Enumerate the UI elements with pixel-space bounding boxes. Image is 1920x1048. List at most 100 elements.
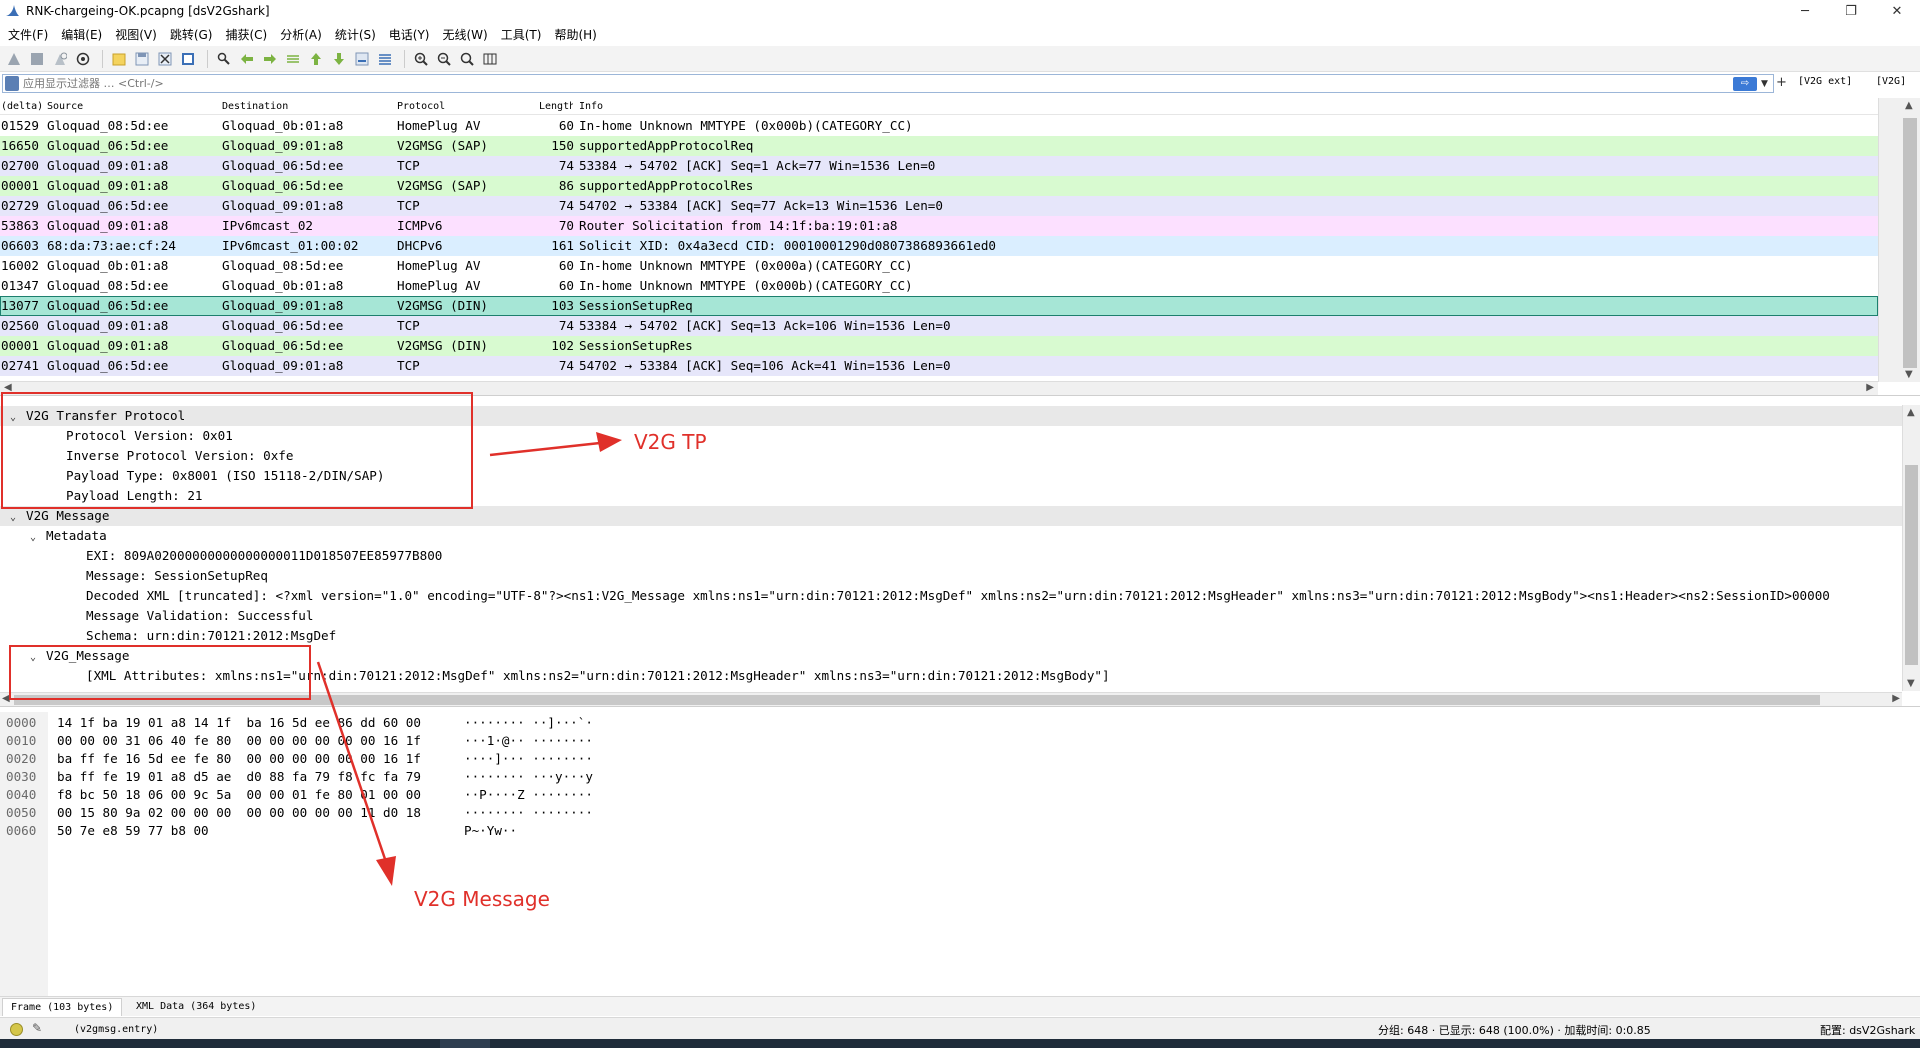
apply-filter-icon[interactable]: ⇨ <box>1733 76 1757 91</box>
menu-go[interactable]: 跳转(G) <box>166 26 222 43</box>
scroll-down-icon[interactable]: ▼ <box>1905 369 1913 380</box>
column-header-destination[interactable]: Destination <box>222 101 288 112</box>
packet-row[interactable]: 00001 Gloquad_09:01:a8 Gloquad_06:5d:ee V2G… <box>0 176 1878 196</box>
scroll-right-icon[interactable]: ▶ <box>1892 693 1900 704</box>
edit-comment-icon[interactable]: ✎ <box>32 1021 42 1035</box>
detail-tree-item[interactable]: Schema: urn:din:70121:2012:MsgDef <box>0 626 336 646</box>
menu-capture[interactable]: 捕获(C) <box>221 26 276 43</box>
packet-row[interactable]: 13077 Gloquad_06:5d:ee Gloquad_09:01:a8 V2G… <box>0 296 1878 316</box>
packet-row[interactable]: 16650 Gloquad_06:5d:ee Gloquad_09:01:a8 V2G… <box>0 136 1878 156</box>
colorize-icon[interactable] <box>375 49 395 69</box>
column-header-length[interactable]: Length <box>539 101 573 112</box>
packet-list-vertical-scrollbar[interactable]: ▲ ▼ <box>1878 98 1920 382</box>
detail-tree-item[interactable]: ⌄ Metadata <box>0 526 107 546</box>
menu-analyze[interactable]: 分析(A) <box>276 26 331 43</box>
resize-columns-icon[interactable] <box>480 49 500 69</box>
byte-hex[interactable]: 14 1f ba 19 01 a8 14 1f ba 16 5d ee 86 d… <box>57 714 421 732</box>
maximize-button[interactable]: ❐ <box>1828 0 1874 22</box>
byte-offset[interactable]: 0060 <box>6 822 36 840</box>
restart-capture-icon[interactable] <box>50 49 70 69</box>
expand-chevron-icon[interactable]: ⌄ <box>26 528 40 548</box>
zoom-out-icon[interactable] <box>434 49 454 69</box>
menu-help[interactable]: 帮助(H) <box>550 26 605 43</box>
minimize-button[interactable]: ─ <box>1782 0 1828 22</box>
detail-tree-item[interactable]: EXI: 809A02000000000000000011D018507EE85… <box>0 546 442 566</box>
column-header-info[interactable]: Info <box>579 101 603 112</box>
byte-hex[interactable]: 50 7e e8 59 77 b8 00 <box>57 822 209 840</box>
packet-row[interactable]: 02741 Gloquad_06:5d:ee Gloquad_09:01:a8 TCP… <box>0 356 1878 376</box>
scroll-up-icon[interactable]: ▲ <box>1905 100 1913 111</box>
packet-row[interactable]: 06603 68:da:73:ae:cf:24 IPv6mcast_01:00:02… <box>0 236 1878 256</box>
menu-view[interactable]: 视图(V) <box>111 26 166 43</box>
go-forward-icon[interactable] <box>260 49 280 69</box>
details-vertical-scrollbar[interactable]: ▲ ▼ <box>1902 405 1920 691</box>
menu-edit[interactable]: 编辑(E) <box>57 26 111 43</box>
tab-frame-bytes[interactable]: Frame (103 bytes) <box>2 998 123 1016</box>
column-header-source[interactable]: Source <box>47 101 83 112</box>
go-first-icon[interactable] <box>306 49 326 69</box>
packet-row[interactable]: 01529 Gloquad_08:5d:ee Gloquad_0b:01:a8 Hom… <box>0 116 1878 136</box>
scroll-up-icon[interactable]: ▲ <box>1907 407 1915 418</box>
byte-ascii[interactable]: ··P····Z ········ <box>464 786 593 804</box>
byte-hex[interactable]: 00 00 00 31 06 40 fe 80 00 00 00 00 00 0… <box>57 732 421 750</box>
packet-row[interactable]: 02729 Gloquad_06:5d:ee Gloquad_09:01:a8 TCP… <box>0 196 1878 216</box>
display-filter-input[interactable] <box>23 77 1733 90</box>
byte-offset[interactable]: 0010 <box>6 732 36 750</box>
byte-offset[interactable]: 0050 <box>6 804 36 822</box>
packet-row[interactable]: 02700 Gloquad_09:01:a8 Gloquad_06:5d:ee TCP… <box>0 156 1878 176</box>
scroll-thumb[interactable] <box>1903 118 1917 368</box>
detail-tree-item[interactable]: Decoded XML [truncated]: <?xml version="… <box>0 586 1830 606</box>
close-button[interactable]: ✕ <box>1874 0 1920 22</box>
detail-tree-item[interactable]: Message: SessionSetupReq <box>0 566 268 586</box>
menu-telephony[interactable]: 电话(Y) <box>385 26 439 43</box>
find-packet-icon[interactable] <box>214 49 234 69</box>
save-file-icon[interactable] <box>132 49 152 69</box>
autoscroll-icon[interactable] <box>352 49 372 69</box>
go-to-packet-icon[interactable] <box>283 49 303 69</box>
expert-info-icon[interactable] <box>10 1023 23 1036</box>
byte-ascii[interactable]: ········ ···y···y <box>464 768 593 786</box>
add-filter-button[interactable]: + <box>1776 75 1787 90</box>
close-file-icon[interactable] <box>155 49 175 69</box>
reload-file-icon[interactable] <box>178 49 198 69</box>
expand-chevron-icon[interactable]: ⌄ <box>6 508 20 528</box>
packet-row[interactable]: 02560 Gloquad_09:01:a8 Gloquad_06:5d:ee TCP… <box>0 316 1878 336</box>
byte-hex[interactable]: ba ff fe 19 01 a8 d5 ae d0 88 fa 79 f8 f… <box>57 768 421 786</box>
menu-file[interactable]: 文件(F) <box>4 26 57 43</box>
scroll-down-icon[interactable]: ▼ <box>1907 678 1915 689</box>
byte-ascii[interactable]: ····]··· ········ <box>464 750 593 768</box>
scroll-right-icon[interactable]: ▶ <box>1866 382 1874 393</box>
capture-options-icon[interactable] <box>73 49 93 69</box>
tab-xml-data[interactable]: XML Data (364 bytes) <box>136 1001 256 1012</box>
packet-row[interactable]: 53863 Gloquad_09:01:a8 IPv6mcast_02 ICMPv6 7… <box>0 216 1878 236</box>
zoom-normal-icon[interactable] <box>457 49 477 69</box>
go-last-icon[interactable] <box>329 49 349 69</box>
go-back-icon[interactable] <box>237 49 257 69</box>
open-file-icon[interactable] <box>109 49 129 69</box>
byte-hex[interactable]: 00 15 80 9a 02 00 00 00 00 00 00 00 00 1… <box>57 804 421 822</box>
byte-ascii[interactable]: P~·Yw·· <box>464 822 517 840</box>
byte-ascii[interactable]: ········ ········ <box>464 804 593 822</box>
byte-ascii[interactable]: ········ ··]···`· <box>464 714 593 732</box>
byte-offset[interactable]: 0020 <box>6 750 36 768</box>
byte-offset[interactable]: 0030 <box>6 768 36 786</box>
menu-tools[interactable]: 工具(T) <box>497 26 551 43</box>
filter-button-v2g[interactable]: [V2G] <box>1876 76 1906 87</box>
byte-offset[interactable]: 0040 <box>6 786 36 804</box>
byte-hex[interactable]: ba ff fe 16 5d ee fe 80 00 00 00 00 00 0… <box>57 750 421 768</box>
column-header-protocol[interactable]: Protocol <box>397 101 445 112</box>
filter-button-v2g-ext[interactable]: [V2G ext] <box>1798 76 1852 87</box>
packet-row[interactable]: 01347 Gloquad_08:5d:ee Gloquad_0b:01:a8 Hom… <box>0 276 1878 296</box>
filter-history-chevron-down-icon[interactable]: ▼ <box>1761 79 1773 89</box>
byte-offset[interactable]: 0000 <box>6 714 36 732</box>
start-capture-icon[interactable] <box>4 49 24 69</box>
detail-tree-item[interactable]: ⌄ V2G Message <box>0 506 1902 526</box>
status-profile[interactable]: 配置: dsV2Gshark <box>1820 1022 1915 1038</box>
scroll-thumb[interactable] <box>1905 465 1918 665</box>
menu-wireless[interactable]: 无线(W) <box>439 26 497 43</box>
column-header-delta[interactable]: (delta) <box>1 101 43 112</box>
byte-ascii[interactable]: ···1·@·· ········ <box>464 732 593 750</box>
stop-capture-icon[interactable] <box>27 49 47 69</box>
byte-hex[interactable]: f8 bc 50 18 06 00 9c 5a 00 00 01 fe 80 0… <box>57 786 421 804</box>
packet-row[interactable]: 00001 Gloquad_09:01:a8 Gloquad_06:5d:ee V2G… <box>0 336 1878 356</box>
